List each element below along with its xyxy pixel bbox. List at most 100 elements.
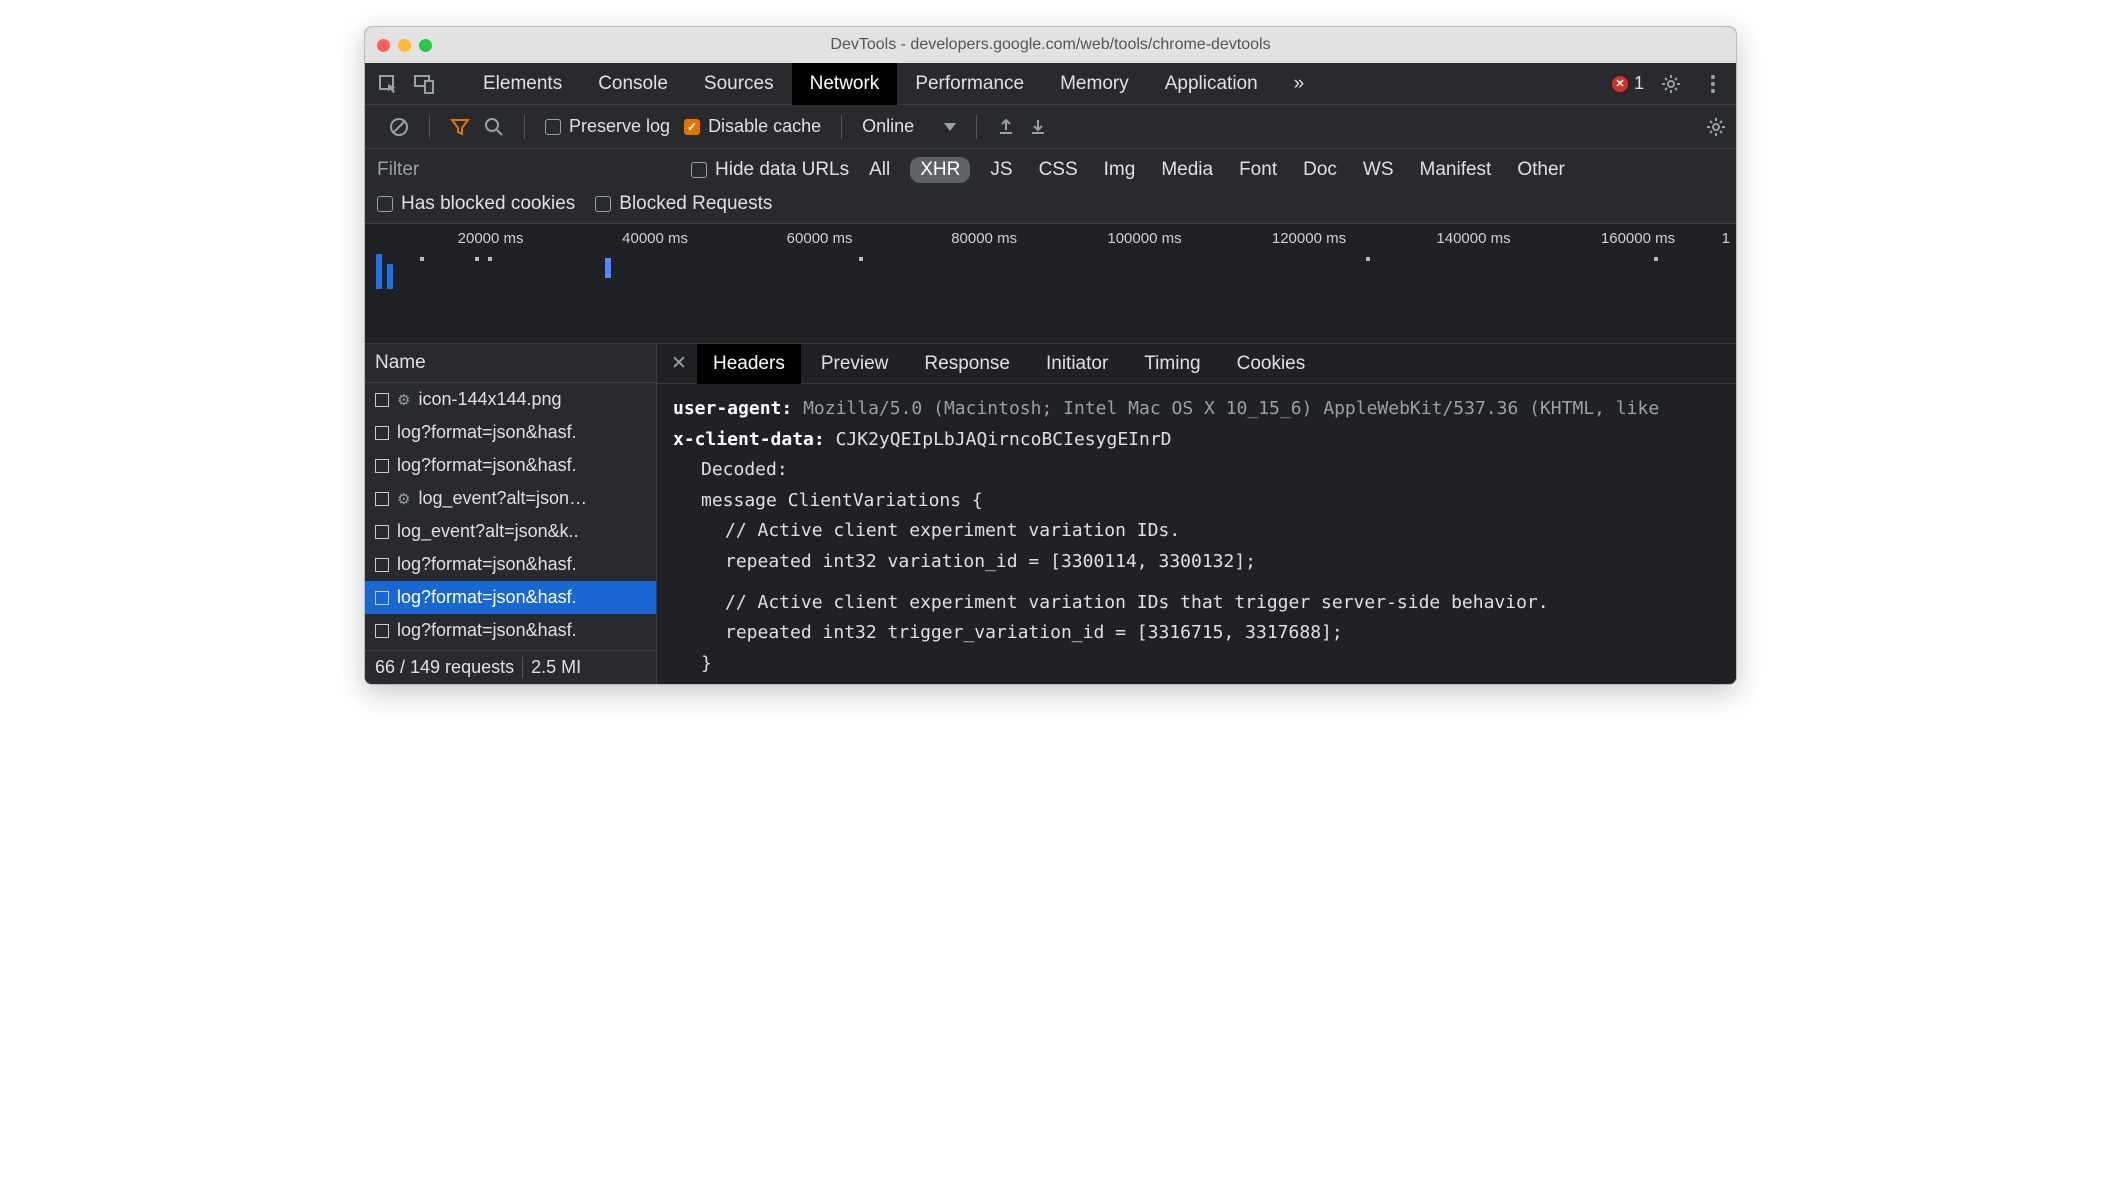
request-name: log_event?alt=json… [418, 488, 587, 509]
checkbox-icon [545, 119, 561, 135]
headers-body: user-agent: Mozilla/5.0 (Macintosh; Inte… [657, 384, 1736, 684]
request-name: log?format=json&hasf. [397, 455, 577, 476]
file-icon [375, 393, 389, 407]
request-row[interactable]: ⚙log_event?alt=json… [365, 482, 656, 515]
blocked-requests-checkbox[interactable]: Blocked Requests [595, 193, 772, 215]
upload-har-icon[interactable] [997, 118, 1015, 136]
request-row[interactable]: log?format=json&hasf. [365, 581, 656, 614]
requests-count: 66 / 149 requests [375, 657, 514, 678]
file-icon [375, 492, 389, 506]
filter-input[interactable]: Filter [377, 159, 677, 181]
close-detail-icon[interactable]: ✕ [665, 352, 693, 375]
request-row[interactable]: log?format=json&hasf. [365, 416, 656, 449]
checkbox-checked-icon [684, 119, 700, 135]
file-icon [375, 624, 389, 638]
filter-type-media[interactable]: Media [1155, 157, 1219, 183]
preserve-log-checkbox[interactable]: Preserve log [545, 116, 670, 137]
request-name: log?format=json&hasf. [397, 587, 577, 608]
detail-tab-cookies[interactable]: Cookies [1221, 344, 1322, 384]
decoded-line: // Active client experiment variation ID… [673, 516, 1720, 547]
file-icon [375, 558, 389, 572]
detail-tab-initiator[interactable]: Initiator [1030, 344, 1124, 384]
timeline-waterfall [365, 254, 1736, 334]
file-icon [375, 591, 389, 605]
detail-tab-timing[interactable]: Timing [1128, 344, 1216, 384]
header-value: 0 [857, 683, 868, 684]
request-row[interactable]: log?format=json&hasf. [365, 449, 656, 482]
filter-type-font[interactable]: Font [1233, 157, 1283, 183]
request-row[interactable]: log?format=json&hasf. [365, 614, 656, 647]
clear-button[interactable] [389, 117, 409, 137]
error-count-label: 1 [1634, 73, 1644, 94]
file-icon [375, 459, 389, 473]
more-tabs-icon[interactable]: » [1276, 63, 1323, 105]
detail-tab-response[interactable]: Response [908, 344, 1026, 384]
detail-tab-preview[interactable]: Preview [805, 344, 905, 384]
request-name: log?format=json&hasf. [397, 620, 577, 641]
preserve-log-label: Preserve log [569, 116, 670, 137]
disable-cache-label: Disable cache [708, 116, 821, 137]
filter-type-other[interactable]: Other [1511, 157, 1571, 183]
request-row[interactable]: ⚙ icon-144x144.png [365, 383, 656, 416]
settings-gear-icon[interactable] [1656, 69, 1686, 99]
filter-type-xhr[interactable]: XHR [910, 157, 970, 183]
filter-type-js[interactable]: JS [984, 157, 1018, 183]
throttling-select[interactable]: Online [862, 116, 956, 137]
timeline-tick: 80000 ms [859, 230, 1024, 250]
tab-memory[interactable]: Memory [1042, 63, 1147, 105]
gear-icon: ⚙ [397, 391, 410, 409]
timeline-tick: 120000 ms [1188, 230, 1353, 250]
header-name: x-client-data: [673, 429, 825, 450]
filter-type-ws[interactable]: WS [1357, 157, 1400, 183]
timeline-tick: 160000 ms [1517, 230, 1682, 250]
header-value: Mozilla/5.0 (Macintosh; Intel Mac OS X 1… [803, 398, 1659, 419]
request-name: icon-144x144.png [418, 389, 561, 410]
content-split: Name ⚙ icon-144x144.png log?format=json&ha… [365, 344, 1736, 684]
filter-toggle-icon[interactable] [450, 117, 470, 137]
filter-type-img[interactable]: Img [1098, 157, 1142, 183]
request-row[interactable]: log_event?alt=json&k.. [365, 515, 656, 548]
detail-pane: ✕ Headers Preview Response Initiator Tim… [657, 344, 1736, 684]
error-count[interactable]: ✕ 1 [1612, 73, 1644, 94]
filter-type-manifest[interactable]: Manifest [1414, 157, 1498, 183]
timeline-tick: 100000 ms [1023, 230, 1188, 250]
hide-data-urls-checkbox[interactable]: Hide data URLs [691, 159, 849, 181]
search-icon[interactable] [484, 117, 504, 137]
header-name: x-goog-authuser: [673, 683, 846, 684]
tab-sources[interactable]: Sources [686, 63, 792, 105]
disable-cache-checkbox[interactable]: Disable cache [684, 116, 821, 137]
network-toolbar: Preserve log Disable cache Online [365, 105, 1736, 149]
request-list-pane: Name ⚙ icon-144x144.png log?format=json&ha… [365, 344, 657, 684]
tab-performance[interactable]: Performance [897, 63, 1042, 105]
tab-application[interactable]: Application [1147, 63, 1276, 105]
filter-type-all[interactable]: All [863, 157, 896, 183]
decoded-line: } [673, 649, 1720, 680]
request-row[interactable]: log?format=json&hasf. [365, 548, 656, 581]
requests-size: 2.5 MI [531, 657, 581, 678]
timeline[interactable]: 20000 ms 40000 ms 60000 ms 80000 ms 1000… [365, 224, 1736, 344]
hide-data-urls-label: Hide data URLs [715, 159, 849, 181]
filter-type-doc[interactable]: Doc [1297, 157, 1343, 183]
request-name: log?format=json&hasf. [397, 554, 577, 575]
tab-console[interactable]: Console [580, 63, 686, 105]
device-toggle-icon[interactable] [409, 69, 439, 99]
has-blocked-cookies-checkbox[interactable]: Has blocked cookies [377, 193, 575, 215]
request-name: log?format=json&hasf. [397, 422, 577, 443]
window-title: DevTools - developers.google.com/web/too… [365, 36, 1736, 54]
has-blocked-cookies-label: Has blocked cookies [401, 193, 575, 215]
filter-type-css[interactable]: CSS [1033, 157, 1084, 183]
checkbox-icon [691, 162, 707, 178]
timeline-tick: 1 [1681, 230, 1736, 250]
kebab-menu-icon[interactable] [1698, 69, 1728, 99]
checkbox-icon [377, 196, 393, 212]
request-list-header[interactable]: Name [365, 344, 656, 383]
network-settings-gear-icon[interactable] [1706, 117, 1726, 137]
file-icon [375, 525, 389, 539]
inspect-icon[interactable] [373, 69, 403, 99]
panel-tabs: Elements Console Sources Network Perform… [365, 63, 1736, 105]
tab-elements[interactable]: Elements [465, 63, 580, 105]
download-har-icon[interactable] [1029, 118, 1047, 136]
tab-network[interactable]: Network [792, 63, 898, 105]
detail-tab-headers[interactable]: Headers [697, 344, 801, 384]
request-name: log_event?alt=json&k.. [397, 521, 579, 542]
